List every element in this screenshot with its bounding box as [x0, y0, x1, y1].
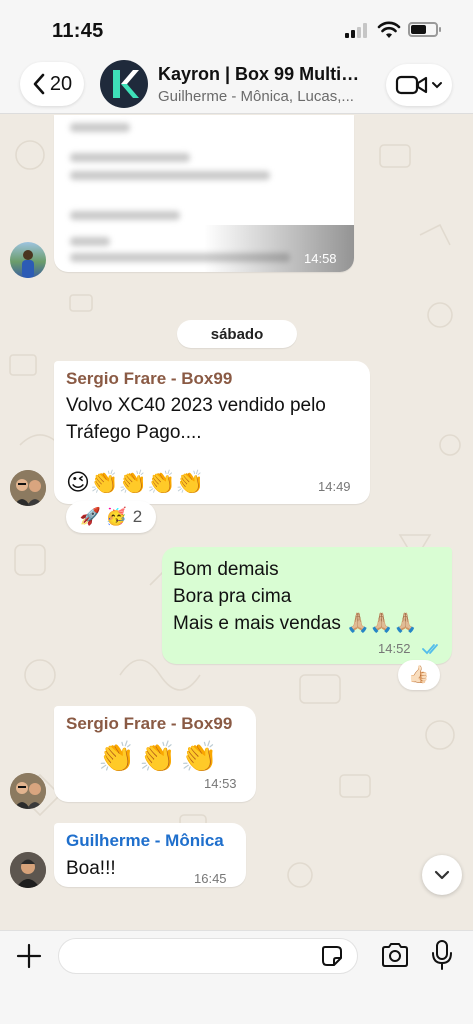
sender-avatar[interactable]	[10, 242, 46, 278]
message-input[interactable]	[58, 938, 358, 974]
message-time: 14:52	[378, 641, 411, 656]
message-bubble-incoming[interactable]: Sergio Frare - Box99 Volvo XC40 2023 ven…	[54, 361, 370, 504]
message-time: 14:49	[318, 479, 351, 494]
message-sender: Sergio Frare - Box99	[66, 714, 233, 733]
sticker-icon[interactable]	[320, 944, 344, 968]
read-ticks-icon	[422, 644, 438, 655]
status-bar: 11:45	[0, 0, 473, 56]
reaction-emojis: 🚀 🥳	[79, 507, 127, 526]
wifi-icon	[377, 21, 401, 38]
day-separator: sábado	[177, 320, 297, 348]
chevron-down-icon	[432, 82, 442, 89]
microphone-icon[interactable]	[430, 939, 454, 971]
message-text-line: Tráfego Pago....	[66, 422, 202, 443]
video-call-button[interactable]	[386, 64, 452, 106]
chat-area[interactable]: 14:58 sábado Sergio Frare - Box99 Volvo …	[0, 115, 473, 930]
camera-icon[interactable]	[380, 941, 410, 969]
message-text-line: Boa!!!	[66, 858, 116, 879]
sender-avatar[interactable]	[10, 470, 46, 506]
chevron-left-icon	[33, 73, 45, 95]
cellular-signal-icon	[345, 22, 369, 38]
message-sender: Guilherme - Mônica	[66, 831, 224, 850]
message-bubble-incoming[interactable]: Sergio Frare - Box99 👏👏👏 14:53	[54, 706, 256, 802]
video-camera-icon	[395, 75, 428, 95]
reaction-emojis: 👍🏻	[408, 665, 430, 684]
reaction-count: 2	[132, 507, 143, 526]
sender-avatar[interactable]	[10, 852, 46, 888]
plus-icon	[16, 943, 42, 969]
group-logo-icon	[113, 70, 139, 98]
message-bubble-outgoing[interactable]: Bom demais Bora pra cima Mais e mais ven…	[162, 547, 452, 664]
chevron-down-icon	[434, 870, 450, 880]
message-time: 14:58	[304, 251, 337, 266]
message-time: 16:45	[194, 871, 227, 886]
status-time: 11:45	[52, 20, 104, 42]
message-text-line: Volvo XC40 2023 vendido pelo	[66, 395, 326, 416]
message-bubble-document[interactable]: 14:58	[54, 115, 354, 272]
message-text-line: Bora pra cima	[173, 586, 292, 607]
message-bubble-incoming[interactable]: Guilherme - Mônica Boa!!! 16:45	[54, 823, 246, 887]
unread-count: 20	[49, 72, 73, 95]
message-emoji: 👏👏👏	[98, 741, 223, 774]
message-text-line: Bom demais	[173, 559, 279, 580]
battery-icon	[408, 22, 441, 37]
attach-button[interactable]	[14, 939, 44, 973]
group-avatar[interactable]	[100, 60, 148, 108]
message-emoji: 😉👏👏👏👏	[66, 469, 205, 495]
scroll-down-button[interactable]	[422, 855, 462, 895]
message-reactions[interactable]: 🚀 🥳 2	[66, 501, 156, 533]
message-time: 14:53	[204, 776, 237, 791]
group-name[interactable]: Kayron | Box 99 Multim...	[158, 64, 368, 85]
chat-header: 20 Kayron | Box 99 Multim... Guilherme -…	[0, 56, 473, 114]
back-button[interactable]: 20	[20, 62, 84, 106]
message-sender: Sergio Frare - Box99	[66, 369, 233, 388]
group-members[interactable]: Guilherme - Mônica, Lucas,...	[158, 88, 368, 105]
message-composer	[0, 930, 473, 1024]
message-text-line: Mais e mais vendas 🙏🏼🙏🏼🙏🏼	[173, 613, 418, 634]
message-reactions[interactable]: 👍🏻	[398, 660, 440, 690]
sender-avatar[interactable]	[10, 773, 46, 809]
